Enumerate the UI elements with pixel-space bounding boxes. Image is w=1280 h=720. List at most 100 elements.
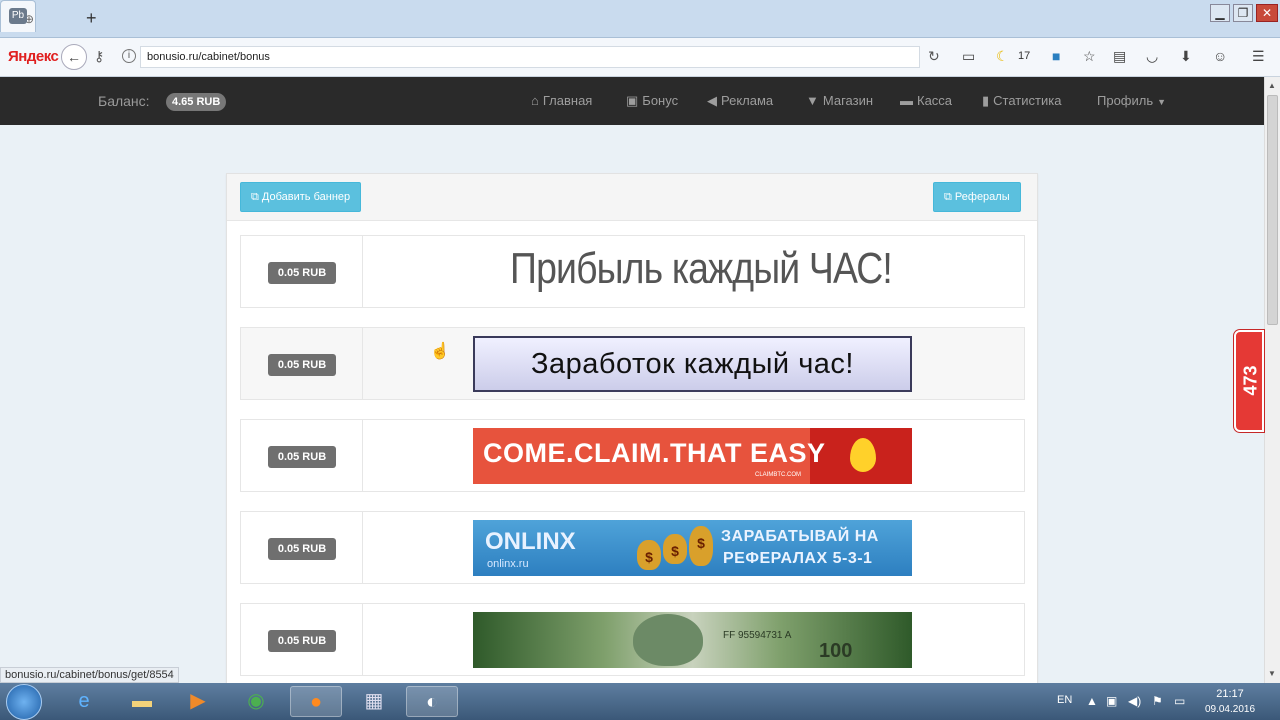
banner-text-line1: ЗАРАБАТЫВАЙ НА <box>721 528 879 545</box>
status-url: bonusio.ru/cabinet/bonus/get/8554 <box>0 667 179 683</box>
nav-profile[interactable]: Профиль ▼ <box>1097 93 1170 108</box>
firefox-taskbar-icon[interactable]: ● <box>290 686 342 717</box>
moon-icon[interactable]: ☾ <box>996 48 1009 65</box>
bonus-row[interactable]: 0.05 RUB FF 95594731 A 100 <box>240 603 1025 676</box>
banner-text-line2: РЕФЕРАЛАХ 5-3-1 <box>723 550 873 567</box>
nav-home-label: Главная <box>542 93 593 108</box>
chrome-taskbar-icon[interactable]: ◉ <box>230 686 282 717</box>
window-maximize-button[interactable]: ❐ <box>1233 4 1253 22</box>
external-link-icon: ⧉ <box>251 191 262 203</box>
reload-icon[interactable]: ↻ <box>928 48 940 65</box>
key-icon[interactable]: ⚷ <box>94 48 104 65</box>
price-badge: 0.05 RUB <box>268 354 336 376</box>
banner-subtext: onlinx.ru <box>487 558 529 570</box>
monitor-tray-icon[interactable]: ▭ <box>1174 694 1185 708</box>
address-bar[interactable]: bonusio.ru/cabinet/bonus <box>140 46 920 68</box>
nav-profile-label: Профиль <box>1097 93 1154 108</box>
bonus-row[interactable]: 0.05 RUB Заработок каждый час! <box>240 327 1025 400</box>
banner-image[interactable]: FF 95594731 A 100 <box>473 612 912 668</box>
banner-text[interactable]: Прибыль каждый ЧАС! <box>412 244 990 294</box>
screenshot-icon[interactable]: ▭ <box>962 48 975 65</box>
flag-tray-icon[interactable]: ⚑ <box>1152 694 1163 708</box>
price-badge: 0.05 RUB <box>268 262 336 284</box>
bonus-row[interactable]: 0.05 RUB ONLINX onlinx.ru $ $ $ ЗАРАБАТЫ… <box>240 511 1025 584</box>
clock-time[interactable]: 21:17 <box>1205 688 1255 700</box>
nav-bonus-label: Бонус <box>642 93 679 108</box>
side-counter-value: 473 <box>1240 365 1261 396</box>
external-link-icon: ⧉ <box>944 191 955 203</box>
banner-image[interactable]: ONLINX onlinx.ru $ $ $ ЗАРАБАТЫВАЙ НА РЕ… <box>473 520 912 576</box>
nav-stats-label: Статистика <box>993 93 1062 108</box>
tab-favicon: Pb <box>9 8 27 24</box>
scroll-up-arrow[interactable]: ▲ <box>1268 81 1276 90</box>
bullhorn-icon: ◀ <box>707 93 717 108</box>
banner-number: 100 <box>819 640 853 662</box>
nav-home[interactable]: ⌂ Главная <box>531 93 592 108</box>
browser-toolbar: Яндекс ← ⚷ i bonusio.ru/cabinet/bonus ↻ … <box>0 38 1280 77</box>
network-tray-icon[interactable]: ▣ <box>1106 694 1117 708</box>
banner-text: COME.CLAIM.THAT EASY <box>483 438 826 468</box>
referrals-button[interactable]: ⧉ Рефералы <box>933 182 1021 212</box>
yandex-logo[interactable]: Яндекс <box>8 48 59 65</box>
cart-icon: ▼ <box>806 93 819 108</box>
nav-stats[interactable]: ▮ Статистика <box>982 93 1061 109</box>
reading-list-icon[interactable]: ▤ <box>1113 48 1126 65</box>
scroll-thumb[interactable] <box>1267 95 1278 325</box>
price-badge: 0.05 RUB <box>268 446 336 468</box>
info-icon[interactable]: i <box>122 49 136 63</box>
money-bag-icon: $ <box>637 540 661 570</box>
home-icon: ⌂ <box>531 93 539 108</box>
price-cell: 0.05 RUB <box>241 236 363 307</box>
new-tab-button[interactable]: + <box>86 8 97 29</box>
side-counter-widget[interactable]: 473 <box>1234 330 1264 432</box>
price-badge: 0.05 RUB <box>268 630 336 652</box>
tray-expand-icon[interactable]: ▲ <box>1086 694 1098 708</box>
browser-tab-strip: ⊕ Pb + ▁ ❐ ✕ <box>0 0 1280 38</box>
add-banner-label: Добавить баннер <box>261 191 351 203</box>
price-badge: 0.05 RUB <box>268 538 336 560</box>
menu-icon[interactable]: ☰ <box>1252 48 1265 65</box>
pocket-icon[interactable]: ◡ <box>1146 48 1158 65</box>
price-cell: 0.05 RUB <box>241 512 363 583</box>
nav-cashier[interactable]: ▬ Касса <box>900 93 952 108</box>
nav-cashier-label: Касса <box>917 93 953 108</box>
bonus-row[interactable]: 0.05 RUB COME.CLAIM.THAT EASY CLAIMBTC.C… <box>240 419 1025 492</box>
banner-subtext: CLAIMBTC.COM <box>755 472 802 478</box>
price-cell: 0.05 RUB <box>241 328 363 399</box>
start-button[interactable] <box>6 684 42 720</box>
bar-chart-icon: ▮ <box>982 93 990 108</box>
window-minimize-button[interactable]: ▁ <box>1210 4 1230 22</box>
calculator-taskbar-icon[interactable]: ▦ <box>348 686 400 717</box>
windows-taskbar: e ▬ ▶ ◉ ● ▦ ◐ EN ▲ ▣ ◀) ⚑ ▭ 21:17 09.04.… <box>0 683 1280 720</box>
back-button[interactable]: ← <box>61 44 87 70</box>
banner-image[interactable]: COME.CLAIM.THAT EASY CLAIMBTC.COM <box>473 428 912 484</box>
site-navbar: Баланс: 4.65 RUB ⌂ Главная ▣ Бонус ◀ Реклам… <box>0 77 1264 125</box>
scroll-down-arrow[interactable]: ▼ <box>1268 669 1276 678</box>
gift-icon: ▣ <box>626 93 639 108</box>
download-icon[interactable]: ⬇ <box>1180 48 1192 65</box>
nav-bonus[interactable]: ▣ Бонус <box>626 93 678 109</box>
clock-date[interactable]: 09.04.2016 <box>1199 704 1261 715</box>
extension-icon[interactable]: ■ <box>1052 48 1060 64</box>
toolbar-counter: 17 <box>1018 50 1031 62</box>
volume-tray-icon[interactable]: ◀) <box>1128 694 1141 708</box>
obs-taskbar-icon[interactable]: ◐ <box>406 686 458 717</box>
bonus-panel: ⧉ Добавить баннер ⧉ Рефералы 0.05 RUB Пр… <box>226 173 1038 693</box>
explorer-taskbar-icon[interactable]: ▬ <box>116 686 168 717</box>
panel-header: ⧉ Добавить баннер ⧉ Рефералы <box>227 174 1037 221</box>
ie-taskbar-icon[interactable]: e <box>58 686 110 717</box>
balance-label: Баланс: <box>98 93 150 109</box>
star-icon[interactable]: ☆ <box>1083 48 1096 65</box>
nav-ads[interactable]: ◀ Реклама <box>707 93 773 109</box>
alien-face-icon <box>633 614 703 666</box>
page-scrollbar[interactable]: ▲ ▼ <box>1264 77 1280 683</box>
media-player-taskbar-icon[interactable]: ▶ <box>172 686 224 717</box>
banner-image[interactable]: Заработок каждый час! <box>473 336 912 392</box>
chat-icon[interactable]: ☺ <box>1213 48 1227 64</box>
window-close-button[interactable]: ✕ <box>1256 4 1278 22</box>
nav-shop-label: Магазин <box>822 93 874 108</box>
bonus-row[interactable]: 0.05 RUB Прибыль каждый ЧАС! <box>240 235 1025 308</box>
add-banner-button[interactable]: ⧉ Добавить баннер <box>240 182 362 212</box>
nav-shop[interactable]: ▼ Магазин <box>806 93 873 108</box>
language-indicator[interactable]: EN <box>1057 694 1072 706</box>
